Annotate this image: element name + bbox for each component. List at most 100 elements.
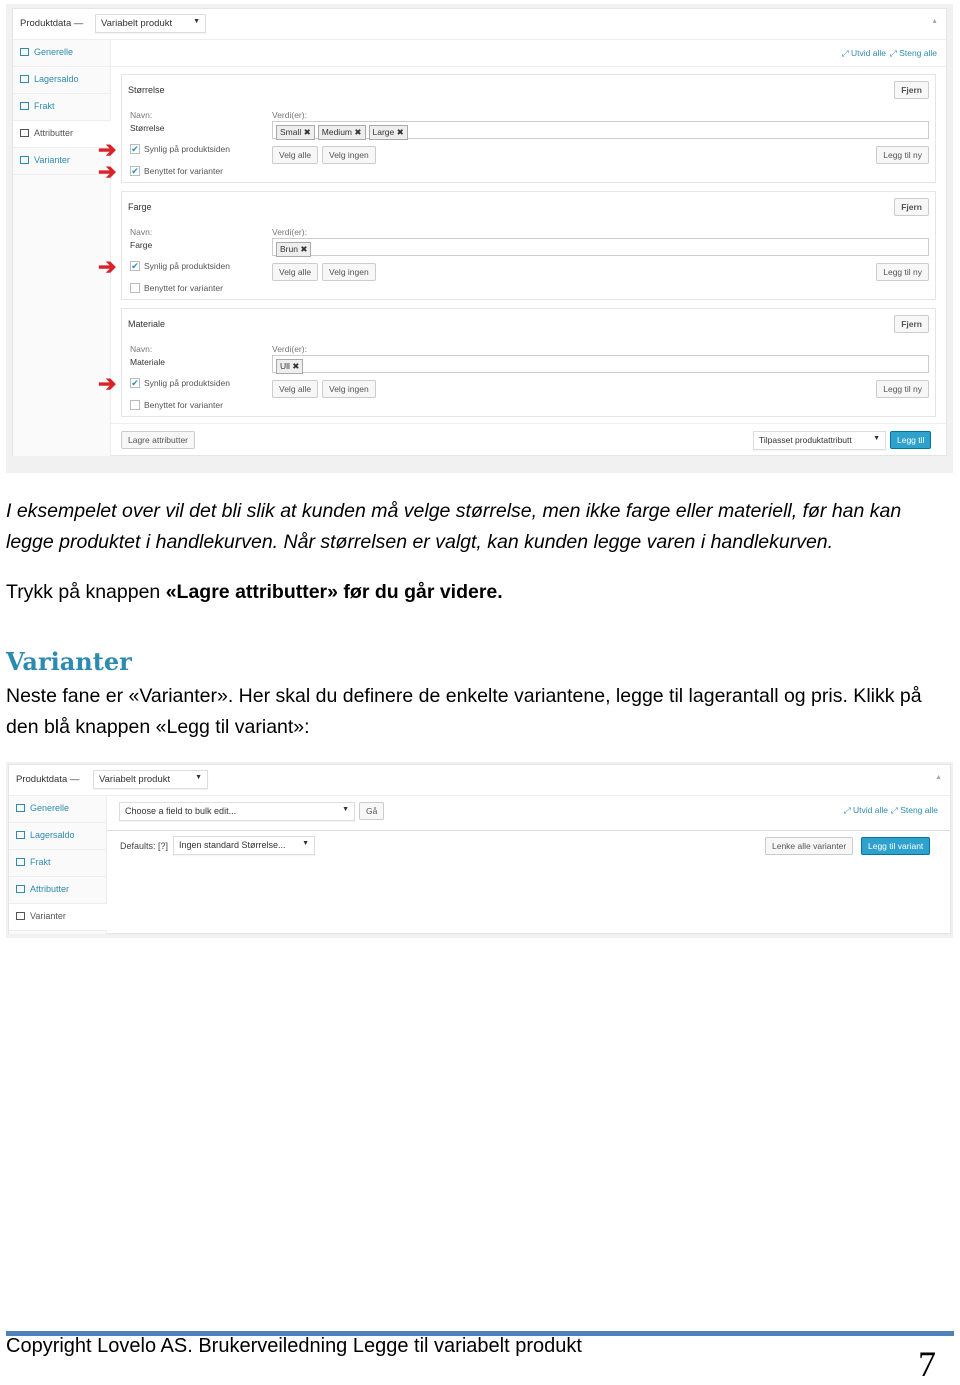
checkbox-icon[interactable]: ✔ xyxy=(130,378,140,388)
values-input[interactable]: Brun ✖ xyxy=(272,238,929,257)
bulk-edit-select[interactable]: Choose a field to bulk edit... ▼ xyxy=(119,802,355,821)
value-tag[interactable]: Large ✖ xyxy=(368,125,408,140)
checkbox-icon[interactable]: ✔ xyxy=(130,144,140,154)
paragraph-line: Neste fane er «Varianter». Her skal du d… xyxy=(6,685,922,707)
tab-frakt[interactable]: Frakt xyxy=(13,94,110,121)
dropdown-arrow-icon: ▼ xyxy=(342,806,349,813)
attribute-box: Farge Fjern Navn: Farge Verdi(er): Brun ✖ Velg… xyxy=(98,191,936,300)
remove-attribute-button[interactable]: Fjern xyxy=(894,315,929,333)
close-all-link[interactable]: ⤢ Steng alle xyxy=(891,805,938,816)
attribute-box: Materiale Fjern Navn: Materiale Verdi(er): Ul… xyxy=(98,308,936,417)
chart-icon xyxy=(16,831,25,839)
variation-checkbox[interactable]: ✔ Benyttet for varianter xyxy=(130,166,223,176)
remove-tag-icon[interactable]: ✖ xyxy=(304,127,311,137)
truck-icon xyxy=(16,858,25,866)
select-all-button[interactable]: Velg alle xyxy=(272,380,319,398)
tab-label: Lagersaldo xyxy=(34,74,79,84)
attributes-screenshot: Produktdata — Variabelt produkt ▼ ▲ Gener… xyxy=(6,4,953,473)
select-all-button[interactable]: Velg alle xyxy=(272,263,319,281)
list-icon xyxy=(20,48,29,56)
checkbox-label: Benyttet for varianter xyxy=(144,283,223,293)
value-tag[interactable]: Small ✖ xyxy=(276,125,315,140)
list-icon xyxy=(16,804,25,812)
checkbox-label: Synlig på produktsiden xyxy=(144,261,231,271)
tab-lagersaldo[interactable]: Lagersaldo xyxy=(13,67,110,94)
value-tag-label: Brun xyxy=(280,244,298,254)
tab-varianter[interactable]: Varianter xyxy=(9,904,107,931)
tab-lagersaldo[interactable]: Lagersaldo xyxy=(9,823,106,850)
product-type-value: Variabelt produkt xyxy=(101,18,173,29)
values-label: Verdi(er): xyxy=(272,344,307,354)
red-arrow-icon: ➔ xyxy=(98,137,117,162)
default-size-select[interactable]: Ingen standard Størrelse... ▼ xyxy=(173,836,315,855)
select-none-button[interactable]: Velg ingen xyxy=(322,263,376,281)
select-none-button[interactable]: Velg ingen xyxy=(322,380,376,398)
dropdown-arrow-icon: ▼ xyxy=(193,18,200,25)
go-button[interactable]: Gå xyxy=(359,802,385,820)
expand-all-link[interactable]: ⤢ Utvid alle xyxy=(842,48,886,59)
value-tag[interactable]: Brun ✖ xyxy=(276,242,312,257)
defaults-label: Defaults: [?] xyxy=(120,841,169,851)
variation-checkbox[interactable]: Benyttet for varianter xyxy=(130,283,223,293)
add-new-button[interactable]: Legg til ny xyxy=(876,146,929,164)
tab-label: Generelle xyxy=(30,803,70,813)
values-label: Verdi(er): xyxy=(272,110,307,120)
collapse-arrow-icon[interactable]: ▲ xyxy=(935,774,942,781)
attribute-title: Farge xyxy=(128,202,152,212)
remove-tag-icon[interactable]: ✖ xyxy=(354,127,361,137)
remove-tag-icon[interactable]: ✖ xyxy=(292,361,299,371)
tab-frakt[interactable]: Frakt xyxy=(9,850,106,877)
attribute-actions: Lagre attributter Tilpasset produktattri… xyxy=(111,423,946,457)
link-all-variants-button[interactable]: Lenke alle varianter xyxy=(765,837,854,855)
tab-attributter[interactable]: Attributter xyxy=(9,877,106,904)
bulk-edit-bar: Choose a field to bulk edit... ▼ Gå ⤢ Utv… xyxy=(107,796,950,831)
tab-generelle[interactable]: Generelle xyxy=(9,796,106,823)
paragraph-line: I eksempelet over vil det bli slik at ku… xyxy=(6,500,902,522)
attribute-title: Materiale xyxy=(128,319,166,329)
attribute-title: Størrelse xyxy=(128,85,165,95)
close-all-link[interactable]: ⤢ Steng alle xyxy=(890,48,937,59)
select-none-button[interactable]: Velg ingen xyxy=(322,146,376,164)
variation-checkbox[interactable]: Benyttet for varianter xyxy=(130,400,223,410)
remove-tag-icon[interactable]: ✖ xyxy=(300,244,307,254)
tab-attributter[interactable]: Attributter xyxy=(13,121,111,148)
paragraph-line: den blå knappen «Legg til variant»: xyxy=(6,716,310,738)
tab-label: Varianter xyxy=(30,911,66,921)
checkbox-icon[interactable] xyxy=(130,283,140,293)
visible-checkbox[interactable]: ✔ Synlig på produktsiden xyxy=(130,144,230,154)
add-new-button[interactable]: Legg til ny xyxy=(876,263,929,281)
collapse-arrow-icon[interactable]: ▲ xyxy=(931,18,938,25)
checkbox-icon[interactable]: ✔ xyxy=(130,261,140,271)
product-data-panel: Produktdata — Variabelt produkt ▼ ▲ Gener… xyxy=(8,764,951,934)
value-tag-label: Large xyxy=(372,127,395,137)
remove-attribute-button[interactable]: Fjern xyxy=(894,198,929,216)
checkbox-icon[interactable] xyxy=(130,400,140,410)
attribute-icon xyxy=(20,129,29,137)
remove-tag-icon[interactable]: ✖ xyxy=(397,127,404,137)
values-input[interactable]: Ull ✖ xyxy=(272,355,929,374)
value-tag[interactable]: Ull ✖ xyxy=(276,359,304,374)
product-data-panel: Produktdata — Variabelt produkt ▼ ▲ Gener… xyxy=(12,8,947,456)
select-all-button[interactable]: Velg alle xyxy=(272,146,319,164)
add-attribute-button[interactable]: Legg til xyxy=(890,431,932,449)
footer-text: Copyright Lovelo AS. Brukerveiledning Le… xyxy=(6,1335,582,1357)
add-variant-button[interactable]: Legg til variant xyxy=(861,837,931,855)
values-input[interactable]: Small ✖ Medium ✖ Large ✖ xyxy=(272,121,929,140)
toolbar: ⤢ Utvid alle ⤢ Steng alle xyxy=(111,40,946,67)
attribute-name: Farge xyxy=(130,240,153,250)
add-new-button[interactable]: Legg til ny xyxy=(876,380,929,398)
value-tag[interactable]: Medium ✖ xyxy=(317,125,366,140)
visible-checkbox[interactable]: ✔ Synlig på produktsiden xyxy=(130,261,230,271)
tab-generelle[interactable]: Generelle xyxy=(13,40,110,67)
tab-varianter[interactable]: Varianter xyxy=(13,148,110,175)
tab-label: Generelle xyxy=(34,47,74,57)
expand-all-link[interactable]: ⤢ Utvid alle xyxy=(844,805,888,816)
remove-attribute-button[interactable]: Fjern xyxy=(894,81,929,99)
product-type-select[interactable]: Variabelt produkt ▼ xyxy=(93,770,208,789)
custom-attribute-select[interactable]: Tilpasset produktattributt ▼ xyxy=(753,431,886,450)
checkbox-icon[interactable]: ✔ xyxy=(130,166,140,176)
product-data-label: Produktdata — xyxy=(20,18,84,29)
save-attributes-button[interactable]: Lagre attributter xyxy=(121,431,196,449)
product-type-select[interactable]: Variabelt produkt ▼ xyxy=(95,14,206,33)
visible-checkbox[interactable]: ✔ Synlig på produktsiden xyxy=(130,378,230,388)
